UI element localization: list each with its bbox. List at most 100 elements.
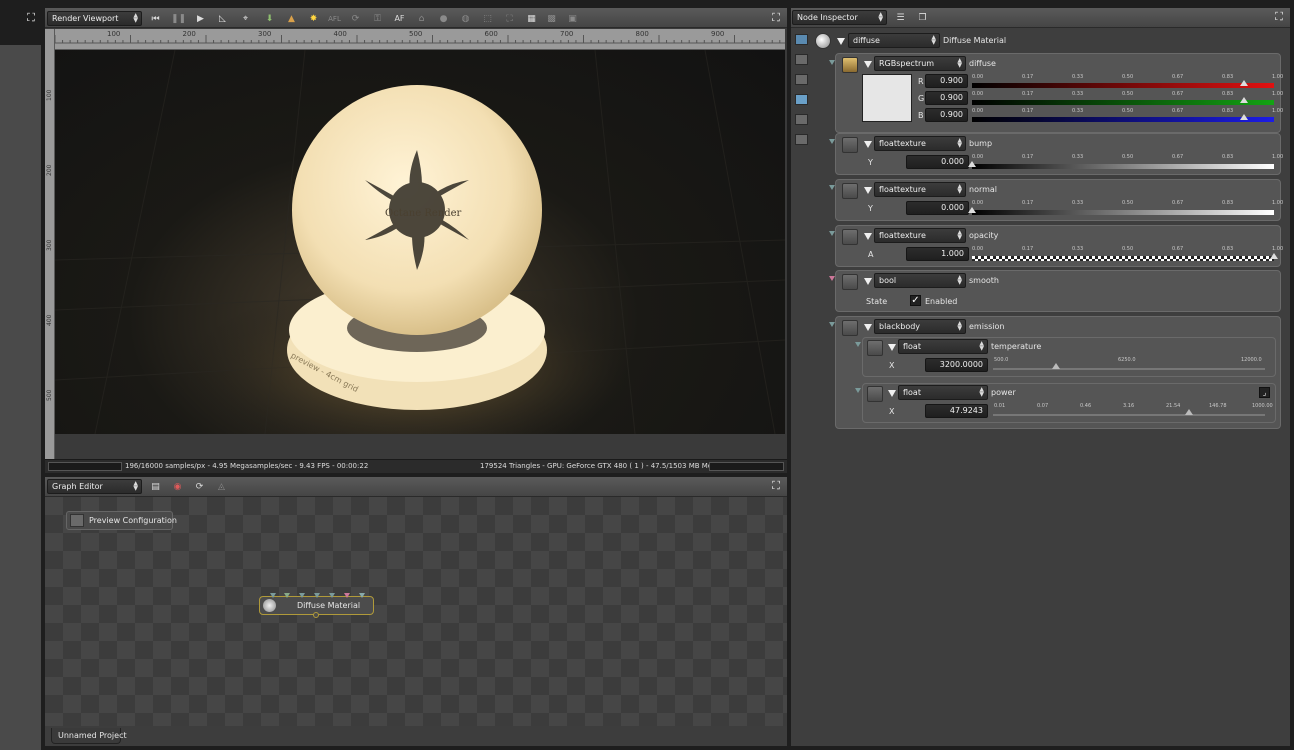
diffuse-material-node[interactable]: Diffuse Material bbox=[259, 593, 374, 618]
normal-value-field[interactable]: 0.000 bbox=[906, 201, 969, 215]
temperature-type-select[interactable]: float ▲ ▼ bbox=[898, 339, 988, 354]
imager-icon[interactable] bbox=[795, 114, 808, 125]
opacity-slider-thumb[interactable] bbox=[1270, 253, 1278, 259]
collapse-arrow-icon[interactable] bbox=[864, 233, 872, 240]
power-type-select[interactable]: float ▲ ▼ bbox=[898, 385, 988, 400]
material-pick-icon[interactable]: ⬇ bbox=[263, 12, 276, 25]
collapse-arrow-icon[interactable] bbox=[864, 61, 872, 68]
power-slider-thumb[interactable] bbox=[1184, 409, 1193, 415]
film-icon[interactable]: ▦ bbox=[525, 12, 538, 25]
smooth-type-select[interactable]: bool ▲ ▼ bbox=[874, 273, 966, 288]
collapse-icon[interactable]: ☰ bbox=[894, 11, 907, 24]
opacity-slider[interactable] bbox=[972, 256, 1274, 261]
normal-slider[interactable] bbox=[972, 210, 1274, 215]
input-pin[interactable] bbox=[270, 593, 276, 598]
input-pin[interactable] bbox=[344, 593, 350, 598]
graph-selector[interactable]: Graph Editor ▲ ▼ bbox=[47, 479, 142, 494]
collapse-arrow-icon[interactable] bbox=[888, 390, 896, 397]
bump-slider[interactable] bbox=[972, 164, 1274, 169]
focus-pick-icon[interactable]: ⌖ bbox=[239, 12, 252, 25]
normal-pin[interactable] bbox=[829, 185, 835, 190]
sphere-icon[interactable]: ● bbox=[437, 12, 450, 25]
collapse-arrow-icon[interactable] bbox=[864, 187, 872, 194]
emission-type-select[interactable]: blackbody ▲ ▼ bbox=[874, 319, 966, 334]
input-pin[interactable] bbox=[329, 593, 335, 598]
graph-canvas[interactable]: Preview Configuration Diffuse Material bbox=[45, 497, 787, 726]
output-pin[interactable] bbox=[313, 612, 319, 618]
camera-icon[interactable]: ⌂ bbox=[415, 12, 428, 25]
ruler-icon[interactable]: ◺ bbox=[216, 12, 229, 25]
rgb-slider-thumb[interactable] bbox=[1239, 80, 1248, 86]
collapse-arrow-icon[interactable] bbox=[864, 324, 872, 331]
sparkle-icon[interactable]: ✸ bbox=[307, 12, 320, 25]
temperature-pin[interactable] bbox=[855, 342, 861, 347]
power-slider[interactable] bbox=[993, 414, 1265, 416]
project-tab[interactable]: Unnamed Project bbox=[51, 728, 127, 744]
rgb-slider[interactable] bbox=[972, 117, 1274, 122]
color-swatch[interactable] bbox=[862, 74, 912, 122]
rgb-value-field[interactable]: 0.900 bbox=[925, 108, 968, 122]
environment-icon[interactable] bbox=[795, 94, 808, 105]
layout-icon[interactable]: ◬ bbox=[215, 480, 228, 493]
temperature-slider-thumb[interactable] bbox=[1051, 363, 1060, 369]
load-icon[interactable]: ◉ bbox=[171, 480, 184, 493]
color-pick-icon[interactable]: ▲ bbox=[285, 12, 298, 25]
root-type-select[interactable]: diffuse ▲ ▼ bbox=[848, 33, 940, 48]
bump-value-field[interactable]: 0.000 bbox=[906, 155, 969, 169]
opacity-type-select[interactable]: floattexture ▲ ▼ bbox=[874, 228, 966, 243]
maximize-icon[interactable]: ⛶ bbox=[25, 12, 37, 24]
log-scale-icon[interactable]: ⌟ bbox=[1259, 387, 1270, 398]
opacity-pin[interactable] bbox=[829, 231, 835, 236]
grid-icon[interactable]: ▣ bbox=[566, 12, 579, 25]
maximize-icon[interactable]: ⛶ bbox=[770, 480, 782, 492]
opacity-value-field[interactable]: 1.000 bbox=[906, 247, 969, 261]
collapse-arrow-icon[interactable] bbox=[864, 278, 872, 285]
temperature-value-field[interactable]: 3200.0000 bbox=[925, 358, 988, 372]
kernel-icon[interactable] bbox=[795, 134, 808, 145]
viewport-selector[interactable]: Render Viewport ▲ ▼ bbox=[47, 11, 142, 26]
temperature-slider[interactable] bbox=[993, 368, 1265, 370]
save-icon[interactable]: ▤ bbox=[149, 480, 162, 493]
camera-settings-icon[interactable] bbox=[795, 74, 808, 85]
maximize-icon[interactable]: ⛶ bbox=[770, 12, 782, 24]
bump-pin[interactable] bbox=[829, 139, 835, 144]
rgb-slider-thumb[interactable] bbox=[1239, 114, 1248, 120]
pause-icon[interactable]: ❚❚ bbox=[171, 12, 186, 25]
rewind-icon[interactable]: ⏮ bbox=[149, 12, 162, 25]
transform-icon[interactable] bbox=[795, 54, 808, 65]
scene-icon[interactable] bbox=[795, 34, 808, 45]
lock-icon[interactable]: ⚿ bbox=[371, 12, 384, 25]
sphere-alt-icon[interactable]: ◍ bbox=[459, 12, 472, 25]
emission-pin[interactable] bbox=[829, 322, 835, 327]
afl-icon[interactable]: AFL bbox=[328, 12, 341, 25]
rgb-slider[interactable] bbox=[972, 83, 1274, 88]
crop-icon[interactable]: ⛶ bbox=[503, 12, 516, 25]
af-icon[interactable]: AF bbox=[393, 12, 406, 25]
expand-icon[interactable]: ❐ bbox=[916, 11, 929, 24]
bump-slider-thumb[interactable] bbox=[968, 161, 976, 167]
maximize-icon[interactable]: ⛶ bbox=[1273, 11, 1285, 23]
refresh-icon[interactable]: ⟳ bbox=[193, 480, 206, 493]
inspector-selector[interactable]: Node Inspector ▲ ▼ bbox=[792, 10, 887, 25]
rgb-value-field[interactable]: 0.900 bbox=[925, 91, 968, 105]
smooth-pin[interactable] bbox=[829, 276, 835, 281]
input-pin[interactable] bbox=[359, 593, 365, 598]
collapse-arrow-icon[interactable] bbox=[837, 38, 845, 45]
rgb-slider-thumb[interactable] bbox=[1239, 97, 1248, 103]
play-icon[interactable]: ▶ bbox=[194, 12, 207, 25]
rotate-icon[interactable]: ⟳ bbox=[349, 12, 362, 25]
preview-config-node[interactable]: Preview Configuration bbox=[66, 511, 177, 530]
diffuse-pin[interactable] bbox=[829, 60, 835, 65]
bump-type-select[interactable]: floattexture ▲ ▼ bbox=[874, 136, 966, 151]
checker-icon[interactable]: ▩ bbox=[545, 12, 558, 25]
collapse-arrow-icon[interactable] bbox=[864, 141, 872, 148]
normal-type-select[interactable]: floattexture ▲ ▼ bbox=[874, 182, 966, 197]
input-pin[interactable] bbox=[284, 593, 290, 598]
diffuse-type-select[interactable]: RGBspectrum ▲ ▼ bbox=[874, 56, 966, 71]
normal-slider-thumb[interactable] bbox=[968, 207, 976, 213]
smooth-checkbox[interactable]: ✓ bbox=[910, 295, 921, 306]
power-pin[interactable] bbox=[855, 388, 861, 393]
collapse-arrow-icon[interactable] bbox=[888, 344, 896, 351]
rgb-slider[interactable] bbox=[972, 100, 1274, 105]
input-pin[interactable] bbox=[314, 593, 320, 598]
